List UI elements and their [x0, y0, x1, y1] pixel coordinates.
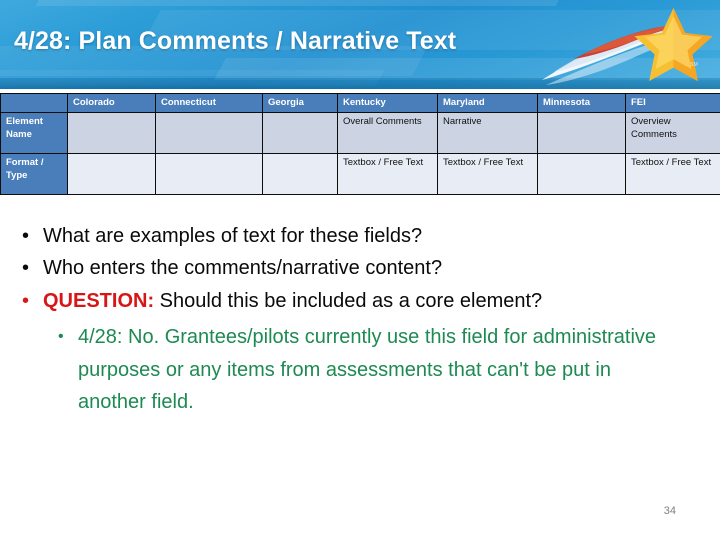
table-cell: Overall Comments — [337, 112, 438, 154]
table-cell — [67, 112, 156, 154]
page-title: 4/28: Plan Comments / Narrative Text — [14, 27, 457, 55]
column-header-maryland: Maryland — [437, 93, 538, 113]
bullet-marker-icon: • — [58, 328, 64, 346]
column-header-georgia: Georgia — [262, 93, 338, 113]
table-cell — [67, 153, 156, 195]
list-item-text: What are examples of text for these fiel… — [43, 225, 423, 247]
column-header-fei: FEI — [625, 93, 720, 113]
table-corner-cell — [0, 93, 68, 113]
table-cell: Textbox / Free Text — [437, 153, 538, 195]
list-item: • Who enters the comments/narrative cont… — [0, 252, 720, 284]
table-cell — [155, 153, 263, 195]
page-number: 34 — [663, 505, 676, 517]
row-label-element-name: Element Name — [0, 112, 68, 154]
column-header-minnesota: Minnesota — [537, 93, 626, 113]
table-cell — [155, 112, 263, 154]
table-cell — [537, 153, 626, 195]
table-cell: Overview Comments — [625, 112, 720, 154]
bullet-marker-icon: • — [22, 257, 30, 280]
banner-streak — [35, 0, 565, 6]
shooting-star-logo — [542, 8, 713, 85]
question-emphasis: QUESTION: — [43, 289, 155, 312]
list-item-answer: • 4/28: No. Grantees/pilots currently us… — [0, 321, 720, 418]
list-item-text: Should this be included as a core elemen… — [154, 289, 543, 312]
list-item: • What are examples of text for these fi… — [0, 220, 720, 252]
answer-text: 4/28: No. Grantees/pilots currently use … — [78, 326, 657, 413]
state-elements-table: Colorado Connecticut Georgia Kentucky Ma… — [0, 93, 720, 195]
table-cell: Textbox / Free Text — [625, 153, 720, 195]
column-header-connecticut: Connecticut — [155, 93, 263, 113]
list-item-question: • QUESTION: Should this be included as a… — [0, 285, 720, 317]
table-cell: Textbox / Free Text — [337, 153, 438, 195]
slide-title-banner: 4/28: Plan Comments / Narrative Text SM — [0, 0, 720, 89]
table-row: Format / Type Textbox / Free Text Textbo… — [0, 153, 720, 195]
list-item-text: Who enters the comments/narrative conten… — [43, 257, 443, 280]
table-cell — [262, 153, 338, 195]
bullet-list: • What are examples of text for these fi… — [0, 220, 720, 418]
table-cell: Narrative — [437, 112, 538, 154]
table-cell — [537, 112, 626, 154]
column-header-kentucky: Kentucky — [337, 93, 438, 113]
table-row: Element Name Overall Comments Narrative … — [0, 112, 720, 154]
column-header-colorado: Colorado — [67, 93, 156, 113]
table-header-row: Colorado Connecticut Georgia Kentucky Ma… — [0, 93, 720, 113]
row-label-format-type: Format / Type — [0, 153, 68, 195]
bullet-marker-icon: • — [22, 289, 30, 312]
bullet-marker-icon: • — [22, 225, 30, 247]
table-cell — [262, 112, 338, 154]
trademark-mark: SM — [690, 62, 698, 68]
